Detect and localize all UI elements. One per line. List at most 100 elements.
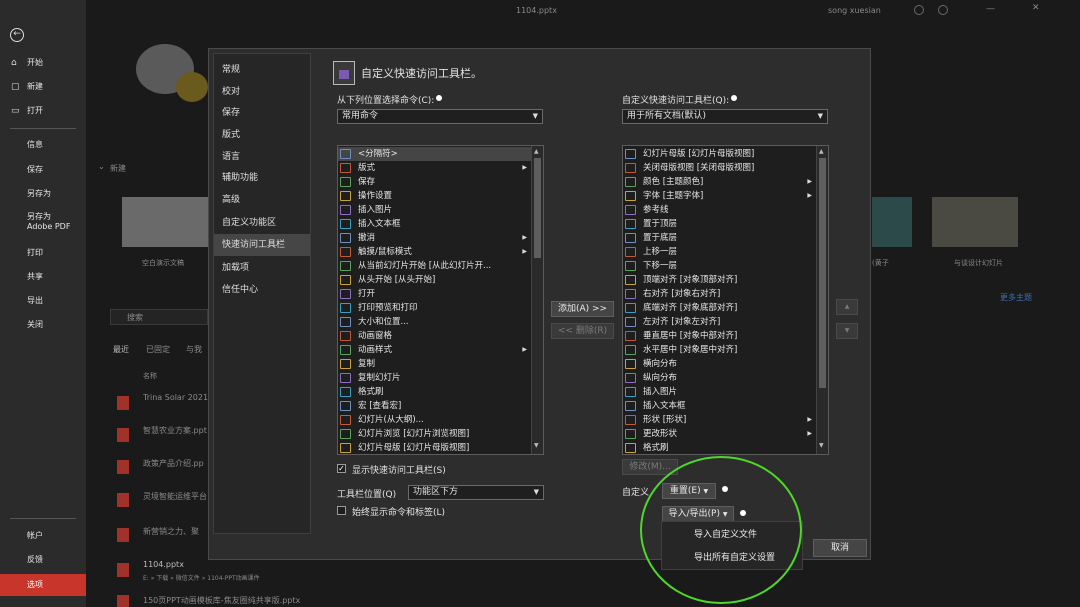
category-trust-center[interactable]: 信任中心: [214, 279, 310, 301]
scroll-up-icon[interactable]: ▲: [534, 148, 539, 155]
command-row[interactable]: 右对齐 [对象右对齐]: [623, 287, 816, 301]
nav-item-info[interactable]: 信息: [0, 135, 86, 155]
nav-item-open[interactable]: ▭ 打开: [0, 101, 86, 121]
command-row[interactable]: <分隔符>: [338, 147, 531, 161]
command-row[interactable]: 字体 [主题字体] ▶: [623, 189, 816, 203]
command-row[interactable]: 置于顶层: [623, 217, 816, 231]
command-row[interactable]: 从头开始 [从头开始]: [338, 273, 531, 287]
command-row[interactable]: 下移一层: [623, 259, 816, 273]
tab-recent[interactable]: 最近: [113, 344, 129, 355]
command-row[interactable]: 动画窗格: [338, 329, 531, 343]
toolbar-commands-list[interactable]: 格式刷 更改形状 ▶ 形状 [形状] ▶ 插入文本框 插入图片 纵向分布 横向分布 水平居中 [对…: [622, 145, 829, 455]
recent-file-name[interactable]: 灵境智能运维平台: [143, 491, 207, 502]
command-row[interactable]: 复制幻灯片: [338, 371, 531, 385]
nav-item-new[interactable]: ▢ 新建: [0, 77, 86, 97]
minimize-icon[interactable]: —: [986, 4, 995, 14]
more-themes-link[interactable]: 更多主题: [1000, 292, 1032, 303]
command-row[interactable]: 上移一层: [623, 245, 816, 259]
nav-item-close[interactable]: 关闭: [0, 315, 86, 335]
command-row[interactable]: 参考线: [623, 203, 816, 217]
command-row[interactable]: 底端对齐 [对象底部对齐]: [623, 301, 816, 315]
search-box[interactable]: 搜索: [110, 309, 208, 325]
recent-file-name[interactable]: Trina Solar 2021: [143, 393, 208, 402]
help-icon[interactable]: [938, 5, 948, 15]
always-show-labels-checkbox[interactable]: [337, 506, 346, 515]
emoji-icon[interactable]: [914, 5, 924, 15]
move-down-button[interactable]: ▼: [836, 323, 858, 339]
command-row[interactable]: 幻灯片浏览 [幻灯片浏览视图]: [338, 427, 531, 441]
command-row[interactable]: 撤消 ▶: [338, 231, 531, 245]
command-row[interactable]: 打开: [338, 287, 531, 301]
tab-shared[interactable]: 与我: [186, 344, 202, 355]
command-row[interactable]: 动画样式 ▶: [338, 343, 531, 357]
command-row[interactable]: 版式 ▶: [338, 161, 531, 175]
command-row[interactable]: 操作设置: [338, 189, 531, 203]
command-row[interactable]: 幻灯片母版 [幻灯片母版视图]: [338, 441, 531, 454]
command-row[interactable]: 格式刷: [338, 385, 531, 399]
command-row[interactable]: 顶端对齐 [对象顶部对齐]: [623, 273, 816, 287]
command-row[interactable]: 打印预览和打印: [338, 301, 531, 315]
command-row[interactable]: 幻灯片母版 [幻灯片母版视图]: [623, 147, 816, 161]
command-row[interactable]: 从当前幻灯片开始 [从此幻灯片开...: [338, 259, 531, 273]
scrollbar[interactable]: ▲ ▼: [531, 146, 543, 454]
recent-file-name[interactable]: 智慧农业方案.ppt: [143, 425, 207, 436]
scrollbar[interactable]: ▲ ▼: [816, 146, 828, 454]
scrollbar-thumb[interactable]: [534, 158, 541, 258]
category-save[interactable]: 保存: [214, 102, 310, 124]
recent-file-name[interactable]: 150页PPT动画模板库-焦友圈纯共享版.pptx: [143, 595, 300, 606]
scroll-down-icon[interactable]: ▼: [534, 442, 539, 449]
show-qat-checkbox[interactable]: ✓: [337, 464, 346, 473]
recent-file-name[interactable]: 新营销之力、聚: [143, 526, 199, 537]
remove-button[interactable]: << 删除(R): [551, 323, 614, 339]
category-add-ins[interactable]: 加载项: [214, 257, 310, 279]
command-row[interactable]: 垂直居中 [对象中部对齐]: [623, 329, 816, 343]
command-row[interactable]: 格式刷: [623, 441, 816, 454]
command-row[interactable]: 插入图片: [623, 385, 816, 399]
category-quick-access-toolbar[interactable]: 快速访问工具栏: [214, 234, 310, 256]
command-row[interactable]: 关闭母版视图 [关闭母版视图]: [623, 161, 816, 175]
nav-item-export[interactable]: 导出: [0, 291, 86, 311]
nav-item-feedback[interactable]: 反馈: [0, 550, 86, 570]
category-customize-ribbon[interactable]: 自定义功能区: [214, 212, 310, 234]
customize-qat-dropdown[interactable]: 用于所有文档(默认) ▼: [622, 109, 828, 124]
command-row[interactable]: 幻灯片(从大纲)...: [338, 413, 531, 427]
nav-item-options[interactable]: 选项: [0, 574, 86, 596]
scrollbar-thumb[interactable]: [819, 158, 826, 388]
category-proofing[interactable]: 校对: [214, 81, 310, 103]
nav-item-home[interactable]: ⌂ 开始: [0, 53, 86, 73]
command-row[interactable]: 插入文本框: [623, 399, 816, 413]
command-row[interactable]: 宏 [查看宏]: [338, 399, 531, 413]
category-general[interactable]: 常规: [214, 59, 310, 81]
category-language[interactable]: 语言: [214, 146, 310, 168]
recent-file-name[interactable]: 政策产品介绍.pp: [143, 458, 204, 469]
available-commands-list[interactable]: 幻灯片母版 [幻灯片母版视图] 幻灯片浏览 [幻灯片浏览视图] 幻灯片(从大纲)..…: [337, 145, 544, 455]
command-row[interactable]: 大小和位置...: [338, 315, 531, 329]
tab-pinned[interactable]: 已固定: [146, 344, 170, 355]
nav-item-save-as-pdf[interactable]: 另存为 Adobe PDF: [0, 208, 86, 236]
template-thumb[interactable]: [872, 197, 912, 247]
template-thumb[interactable]: [932, 197, 1018, 247]
category-advanced[interactable]: 高级: [214, 189, 310, 211]
command-row[interactable]: 复制: [338, 357, 531, 371]
command-row[interactable]: 颜色 [主题颜色] ▶: [623, 175, 816, 189]
command-row[interactable]: 更改形状 ▶: [623, 427, 816, 441]
move-up-button[interactable]: ▲: [836, 299, 858, 315]
blank-template-thumb[interactable]: [122, 197, 208, 247]
scroll-down-icon[interactable]: ▼: [819, 442, 824, 449]
command-row[interactable]: 水平居中 [对象居中对齐]: [623, 343, 816, 357]
command-row[interactable]: 置于底层: [623, 231, 816, 245]
command-row[interactable]: 横向分布: [623, 357, 816, 371]
command-row[interactable]: 插入图片: [338, 203, 531, 217]
command-row[interactable]: 插入文本框: [338, 217, 531, 231]
choose-commands-dropdown[interactable]: 常用命令 ▼: [337, 109, 543, 124]
command-row[interactable]: 保存: [338, 175, 531, 189]
add-button[interactable]: 添加(A) >>: [551, 301, 614, 317]
nav-item-account[interactable]: 帐户: [0, 526, 86, 546]
nav-item-save-as[interactable]: 另存为: [0, 184, 86, 204]
toolbar-position-dropdown[interactable]: 功能区下方 ▼: [408, 485, 544, 500]
recent-file-name[interactable]: 1104.pptx: [143, 560, 184, 569]
nav-item-print[interactable]: 打印: [0, 243, 86, 263]
command-row[interactable]: 纵向分布: [623, 371, 816, 385]
category-accessibility[interactable]: 辅助功能: [214, 167, 310, 189]
back-arrow-icon[interactable]: ←: [10, 28, 24, 42]
